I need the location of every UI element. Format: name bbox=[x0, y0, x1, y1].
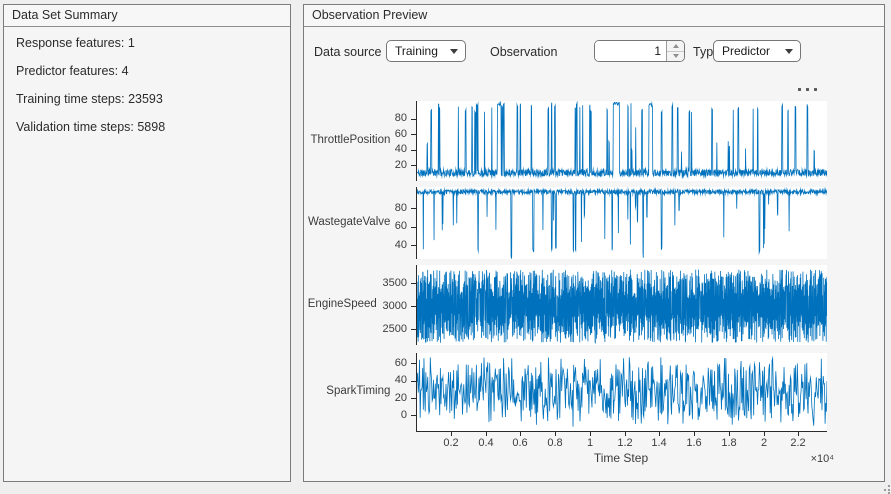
app-stage: Data Set Summary Response features: 1 Pr… bbox=[0, 0, 891, 494]
data-source-dropdown-value: Training bbox=[395, 44, 438, 58]
y-tick-mark bbox=[411, 208, 416, 209]
type-dropdown-value: Predictor bbox=[722, 44, 771, 58]
dataset-summary-title: Data Set Summary bbox=[4, 5, 290, 27]
y-tick-mark bbox=[411, 134, 416, 135]
y-tick-mark bbox=[411, 381, 416, 382]
x-tick-mark bbox=[729, 432, 730, 436]
x-tick-label: 1.4 bbox=[651, 437, 667, 449]
x-tick-mark bbox=[520, 432, 521, 436]
signal-label-WastegateValve: WastegateValve bbox=[307, 216, 391, 228]
x-tick-mark bbox=[659, 432, 660, 436]
diagonal-resize-grip-icon[interactable] bbox=[881, 485, 890, 494]
x-tick-label: 1.6 bbox=[686, 437, 702, 449]
up-down-stepper-icon bbox=[666, 41, 684, 61]
y-tick-label: 60 bbox=[394, 220, 407, 232]
y-tick-mark bbox=[411, 306, 416, 307]
y-tick-mark bbox=[411, 329, 416, 330]
y-tick-mark bbox=[411, 119, 416, 120]
observation-preview-panel: Observation Preview Data source Training… bbox=[303, 4, 885, 482]
data-source-label: Data source bbox=[314, 45, 382, 59]
x-tick-label: 1.8 bbox=[721, 437, 737, 449]
y-tick-mark bbox=[411, 150, 416, 151]
x-tick-label: 0.8 bbox=[547, 437, 563, 449]
x-tick-mark bbox=[694, 432, 695, 436]
chart-canvas-EngineSpeed bbox=[417, 265, 827, 345]
observation-label: Observation bbox=[490, 45, 558, 59]
y-tick-mark bbox=[411, 415, 416, 416]
y-tick-label: 60 bbox=[394, 128, 407, 140]
x-axis-exponent-label: ×10⁴ bbox=[810, 453, 834, 465]
y-tick-label: 40 bbox=[394, 143, 407, 155]
x-tick-mark bbox=[764, 432, 765, 436]
y-tick-label: 40 bbox=[394, 374, 407, 386]
y-tick-mark bbox=[411, 398, 416, 399]
chart-canvas-SparkTiming bbox=[417, 353, 827, 431]
y-tick-label: 0 bbox=[400, 409, 407, 421]
data-source-dropdown[interactable]: Training bbox=[386, 40, 466, 62]
chart-canvas-WastegateValve bbox=[417, 187, 827, 259]
triangle-down-icon bbox=[672, 54, 679, 59]
observation-decrement-button[interactable] bbox=[667, 51, 684, 61]
x-tick-mark bbox=[625, 432, 626, 436]
observation-input[interactable] bbox=[595, 41, 666, 61]
x-tick-label: 1 bbox=[586, 437, 594, 449]
x-tick-mark bbox=[486, 432, 487, 436]
x-tick-label: 0.2 bbox=[443, 437, 459, 449]
y-tick-label: 40 bbox=[394, 239, 407, 251]
signal-label-ThrottlePosition: ThrottlePosition bbox=[310, 134, 391, 146]
y-tick-mark bbox=[411, 227, 416, 228]
y-tick-mark bbox=[411, 283, 416, 284]
y-tick-label: 60 bbox=[394, 357, 407, 369]
x-tick-label: 0.6 bbox=[512, 437, 528, 449]
x-tick-mark bbox=[555, 432, 556, 436]
x-axis-title: Time Step bbox=[593, 451, 649, 465]
triangle-down-icon bbox=[785, 48, 793, 54]
y-tick-mark bbox=[411, 165, 416, 166]
triangle-up-icon bbox=[672, 43, 679, 48]
y-tick-label: 80 bbox=[394, 202, 407, 214]
x-tick-mark bbox=[451, 432, 452, 436]
predictor-features-text: Predictor features: 4 bbox=[16, 64, 129, 78]
x-tick-label: 2.2 bbox=[790, 437, 806, 449]
y-tick-label: 3500 bbox=[382, 277, 407, 289]
x-tick-mark bbox=[590, 432, 591, 436]
y-tick-label: 3000 bbox=[382, 300, 407, 312]
subplot-EngineSpeed bbox=[416, 265, 827, 345]
y-tick-label: 80 bbox=[394, 112, 407, 124]
training-steps-text: Training time steps: 23593 bbox=[16, 92, 163, 106]
y-tick-label: 20 bbox=[394, 392, 407, 404]
ellipsis-more-options-icon[interactable] bbox=[796, 84, 822, 94]
chart-canvas-ThrottlePosition bbox=[417, 101, 827, 181]
subplot-ThrottlePosition bbox=[416, 101, 827, 181]
observation-increment-button[interactable] bbox=[667, 41, 684, 52]
type-dropdown[interactable]: Predictor bbox=[713, 40, 801, 62]
x-tick-mark bbox=[798, 432, 799, 436]
dataset-summary-panel: Data Set Summary Response features: 1 Pr… bbox=[3, 4, 291, 482]
y-tick-label: 20 bbox=[394, 159, 407, 171]
subplot-SparkTiming bbox=[416, 353, 827, 432]
observation-preview-title: Observation Preview bbox=[304, 5, 884, 27]
validation-steps-text: Validation time steps: 5898 bbox=[16, 120, 166, 134]
y-tick-mark bbox=[411, 363, 416, 364]
signal-label-SparkTiming: SparkTiming bbox=[326, 385, 391, 397]
triangle-down-icon bbox=[450, 48, 458, 54]
observation-stepper bbox=[594, 40, 685, 62]
y-tick-mark bbox=[411, 245, 416, 246]
signal-label-EngineSpeed: EngineSpeed bbox=[307, 298, 377, 310]
y-tick-label: 2500 bbox=[382, 323, 407, 335]
response-features-text: Response features: 1 bbox=[16, 36, 135, 50]
subplot-WastegateValve bbox=[416, 187, 827, 259]
